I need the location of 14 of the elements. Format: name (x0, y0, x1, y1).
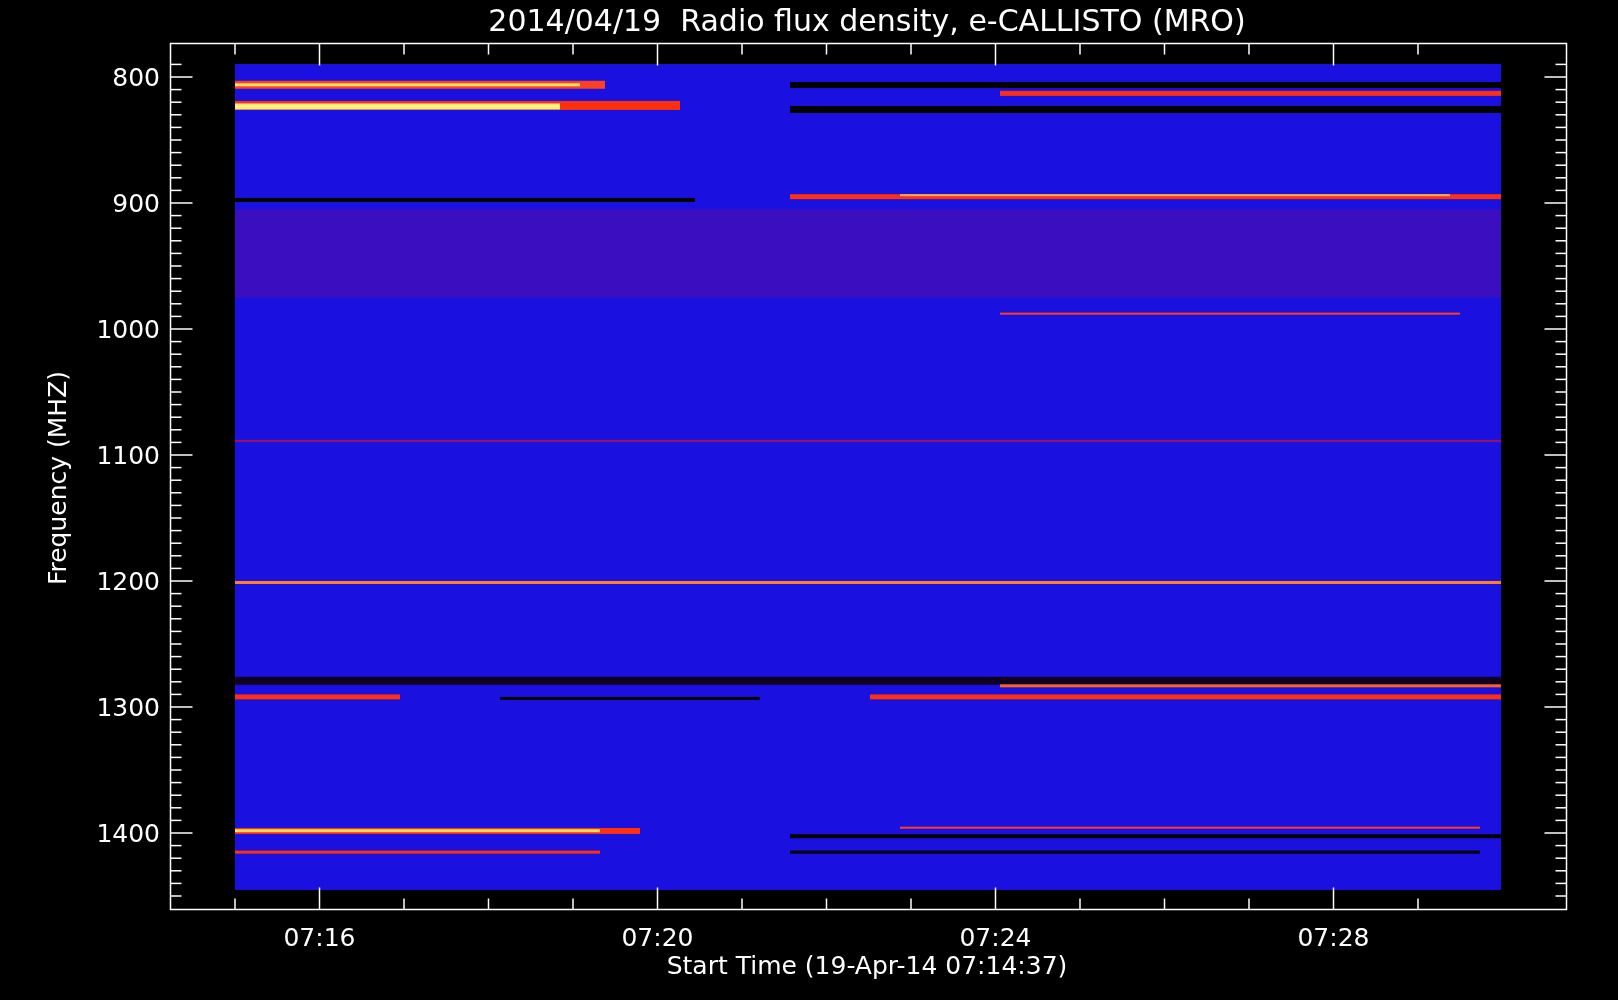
x-axis-label: Start Time (19-Apr-14 07:14:37) (666, 951, 1068, 980)
y-tick-label: 800 (112, 63, 160, 92)
y-tick-label: 1200 (96, 567, 160, 596)
x-tick-label: 07:20 (621, 923, 694, 952)
y-tick-label: 1300 (96, 693, 160, 722)
y-tick-label: 1400 (96, 819, 160, 848)
y-tick-label: 1100 (96, 441, 160, 470)
chart-title: 2014/04/19 Radio flux density, e-CALLISTO (MRO) (488, 3, 1246, 38)
x-tick-label: 07:16 (283, 923, 356, 952)
y-tick-label: 900 (112, 189, 160, 218)
x-tick-label: 07:28 (1297, 923, 1370, 952)
y-axis-label: Frequency (MHZ) (43, 370, 72, 586)
x-tick-label: 07:24 (959, 923, 1032, 952)
y-tick-label: 1000 (96, 315, 160, 344)
